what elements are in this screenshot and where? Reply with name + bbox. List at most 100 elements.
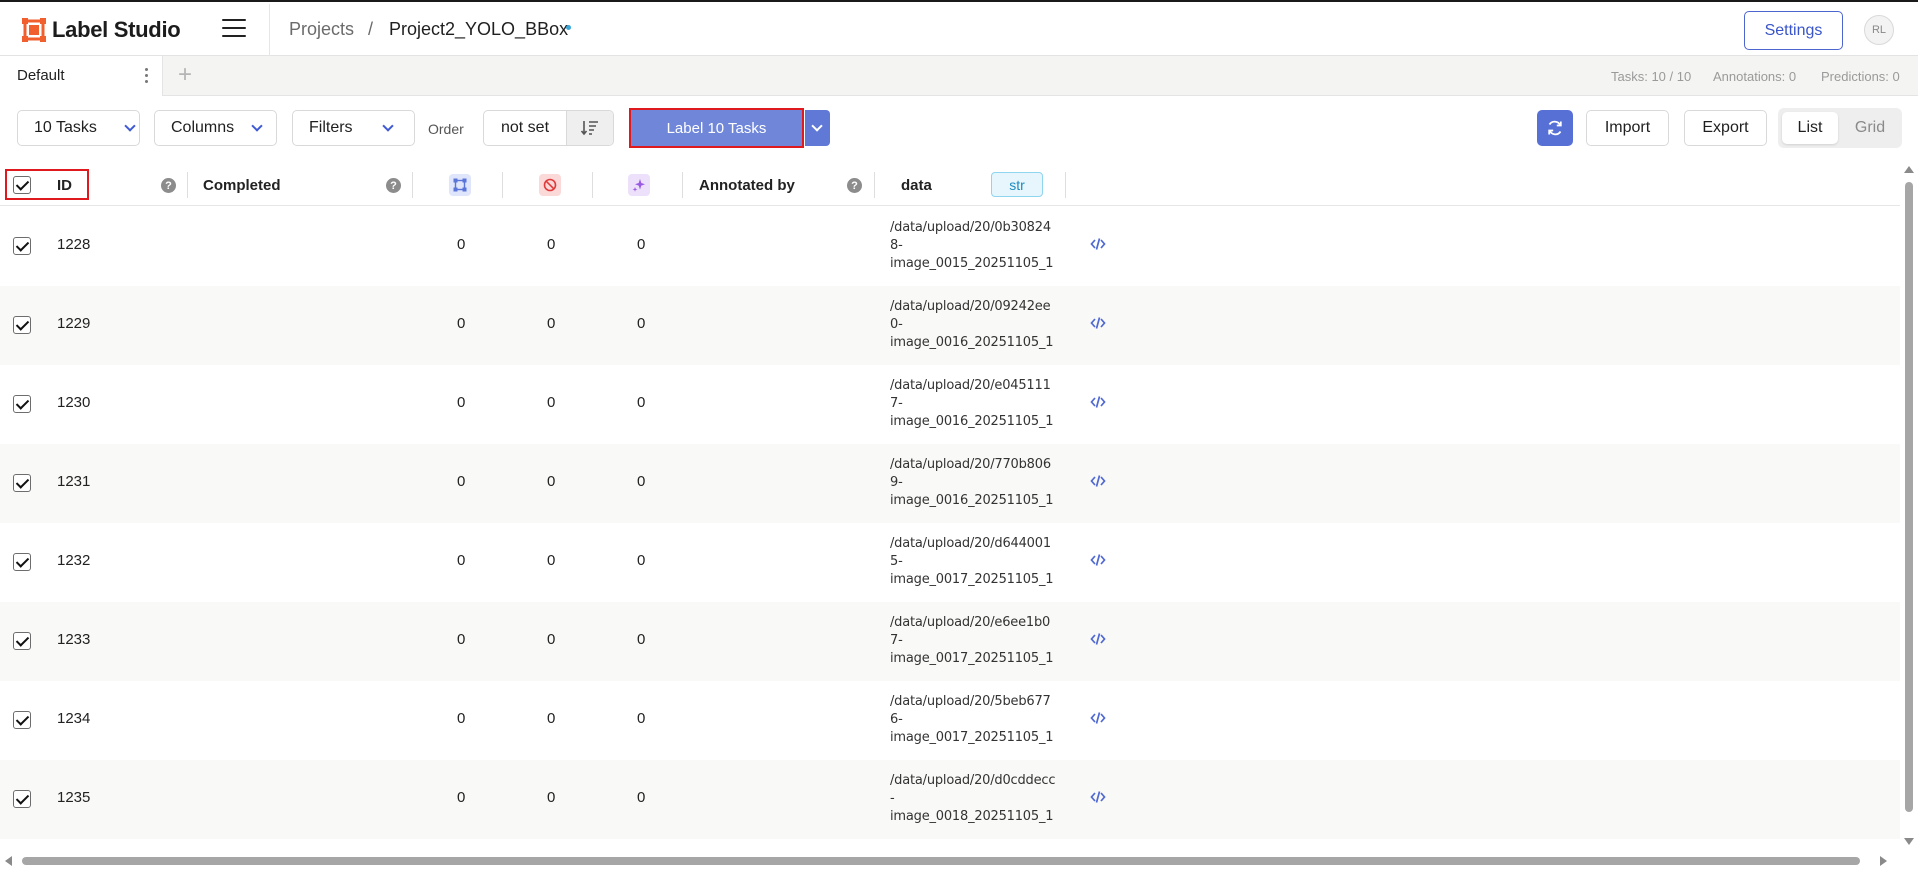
annotations-count: Annotations: 0 (1713, 69, 1797, 84)
column-divider (187, 172, 188, 198)
scroll-left-arrow-icon[interactable] (5, 856, 12, 866)
id-column-highlight (5, 169, 89, 200)
predictions-count-cell: 0 (637, 473, 646, 490)
table-row[interactable]: 1230 0 0 0/data/upload/20/e045111 7- image_00… (0, 365, 1900, 444)
code-view-icon[interactable] (1090, 790, 1106, 808)
horizontal-scrollbar[interactable] (0, 852, 1900, 870)
code-view-icon[interactable] (1090, 395, 1106, 413)
table-row[interactable]: 1228 0 0 0/data/upload/20/0b30824 8- image_00… (0, 207, 1900, 286)
app-title: Label Studio (52, 17, 181, 42)
order-select[interactable]: not set (484, 111, 566, 145)
scroll-up-arrow-icon[interactable] (1904, 166, 1914, 173)
export-button[interactable]: Export (1684, 110, 1767, 146)
predictions-count: Predictions: 0 (1821, 69, 1900, 84)
vertical-scrollbar[interactable] (1900, 164, 1918, 845)
app-logo[interactable]: Label Studio (22, 16, 181, 44)
label-options-button[interactable] (805, 110, 830, 146)
code-view-icon[interactable] (1090, 711, 1106, 729)
settings-button[interactable]: Settings (1744, 11, 1843, 50)
column-divider (1065, 172, 1066, 198)
code-view-icon[interactable] (1090, 237, 1106, 255)
predictions-count-cell: 0 (637, 710, 646, 727)
code-view-icon[interactable] (1090, 553, 1106, 571)
row-checkbox[interactable] (13, 553, 31, 571)
label-tasks-button[interactable]: Label 10 Tasks (631, 110, 802, 146)
predictions-count-icon[interactable] (628, 174, 650, 196)
columns-button[interactable]: Columns (154, 110, 277, 146)
column-divider (874, 172, 875, 198)
task-id-cell: 1229 (57, 315, 91, 332)
row-checkbox[interactable] (13, 790, 31, 808)
column-header-annotated-by[interactable]: Annotated by (699, 164, 795, 206)
main-menu-icon[interactable] (222, 19, 246, 39)
predictions-count-cell: 0 (637, 631, 646, 648)
add-tab-button[interactable]: + (178, 62, 192, 88)
annotations-count-cell: 0 (457, 631, 466, 648)
data-path-line: 7- (890, 396, 903, 411)
sort-direction-button[interactable] (566, 111, 613, 145)
data-path-line: image_0018_20251105_1 (890, 809, 1054, 824)
data-path-cell: /data/upload/20/5beb677 6- image_0017_2025… (890, 693, 1060, 747)
row-checkbox[interactable] (13, 316, 31, 334)
order-control: not set (483, 110, 614, 146)
data-path-cell: /data/upload/20/d644001 5- image_0017_2025… (890, 535, 1060, 589)
column-header-completed[interactable]: Completed (203, 164, 281, 206)
cancelled-count-cell: 0 (547, 710, 556, 727)
code-view-icon[interactable] (1090, 474, 1106, 492)
data-manager-toolbar: 10 Tasks Columns Filters Order not set L… (0, 96, 1918, 164)
vertical-scroll-thumb[interactable] (1905, 182, 1913, 812)
filters-button[interactable]: Filters (292, 110, 415, 146)
grid-view-button[interactable]: Grid (1842, 112, 1898, 144)
id-help-icon[interactable]: ? (161, 178, 176, 193)
tasks-actions-button[interactable]: 10 Tasks (17, 110, 140, 146)
row-checkbox[interactable] (13, 395, 31, 413)
cancelled-count-icon[interactable] (539, 174, 561, 196)
column-divider (592, 172, 593, 198)
data-path-line: /data/upload/20/e045111 (890, 378, 1051, 393)
data-path-line: /data/upload/20/770b806 (890, 457, 1051, 472)
table-row[interactable]: 1231 0 0 0/data/upload/20/770b806 9- image_00… (0, 444, 1900, 523)
row-checkbox[interactable] (13, 237, 31, 255)
table-row[interactable]: 1235 0 0 0/data/upload/20/d0cddecc - image_00… (0, 760, 1900, 839)
data-path-cell: /data/upload/20/770b806 9- image_0016_2025… (890, 456, 1060, 510)
scroll-down-arrow-icon[interactable] (1904, 838, 1914, 845)
cancelled-count-cell: 0 (547, 631, 556, 648)
annotations-count-icon[interactable] (449, 174, 471, 196)
list-view-button[interactable]: List (1782, 112, 1838, 144)
user-avatar[interactable]: RL (1864, 15, 1894, 45)
data-path-line: /data/upload/20/d0cddecc (890, 773, 1056, 788)
data-path-line: 6- (890, 712, 903, 727)
task-id-cell: 1231 (57, 473, 91, 490)
table-row[interactable]: 1234 0 0 0/data/upload/20/5beb677 6- image_00… (0, 681, 1900, 760)
tab-options-icon[interactable] (145, 68, 149, 84)
table-row[interactable]: 1233 0 0 0/data/upload/20/e6ee1b0 7- image_00… (0, 602, 1900, 681)
breadcrumb-projects[interactable]: Projects (289, 19, 354, 40)
annotated-by-help-icon[interactable]: ? (847, 178, 862, 193)
order-label: Order (428, 121, 464, 137)
row-checkbox[interactable] (13, 474, 31, 492)
label-studio-logo-icon (22, 18, 46, 42)
annotations-count-cell: 0 (457, 315, 466, 332)
code-view-icon[interactable] (1090, 316, 1106, 334)
cancelled-count-cell: 0 (547, 789, 556, 806)
filters-label: Filters (309, 119, 353, 136)
scroll-right-arrow-icon[interactable] (1880, 856, 1887, 866)
data-path-cell: /data/upload/20/09242ee 0- image_0016_2025… (890, 298, 1060, 352)
import-button[interactable]: Import (1586, 110, 1669, 146)
tab-default[interactable]: Default (0, 56, 163, 96)
row-checkbox[interactable] (13, 711, 31, 729)
code-view-icon[interactable] (1090, 632, 1106, 650)
data-path-cell: /data/upload/20/d0cddecc - image_0018_2025… (890, 772, 1060, 826)
breadcrumb-project-name[interactable]: Project2_YOLO_BBox (389, 19, 568, 40)
row-checkbox[interactable] (13, 632, 31, 650)
task-id-cell: 1233 (57, 631, 91, 648)
table-row[interactable]: 1232 0 0 0/data/upload/20/d644001 5- image_00… (0, 523, 1900, 602)
refresh-button[interactable] (1537, 110, 1573, 146)
cancelled-count-cell: 0 (547, 552, 556, 569)
completed-help-icon[interactable]: ? (386, 178, 401, 193)
column-header-data[interactable]: data (901, 164, 932, 206)
horizontal-scroll-thumb[interactable] (22, 857, 1860, 865)
table-row[interactable]: 1229 0 0 0/data/upload/20/09242ee 0- image_00… (0, 286, 1900, 365)
data-path-line: 8- (890, 238, 903, 253)
chevron-down-icon (811, 120, 823, 132)
